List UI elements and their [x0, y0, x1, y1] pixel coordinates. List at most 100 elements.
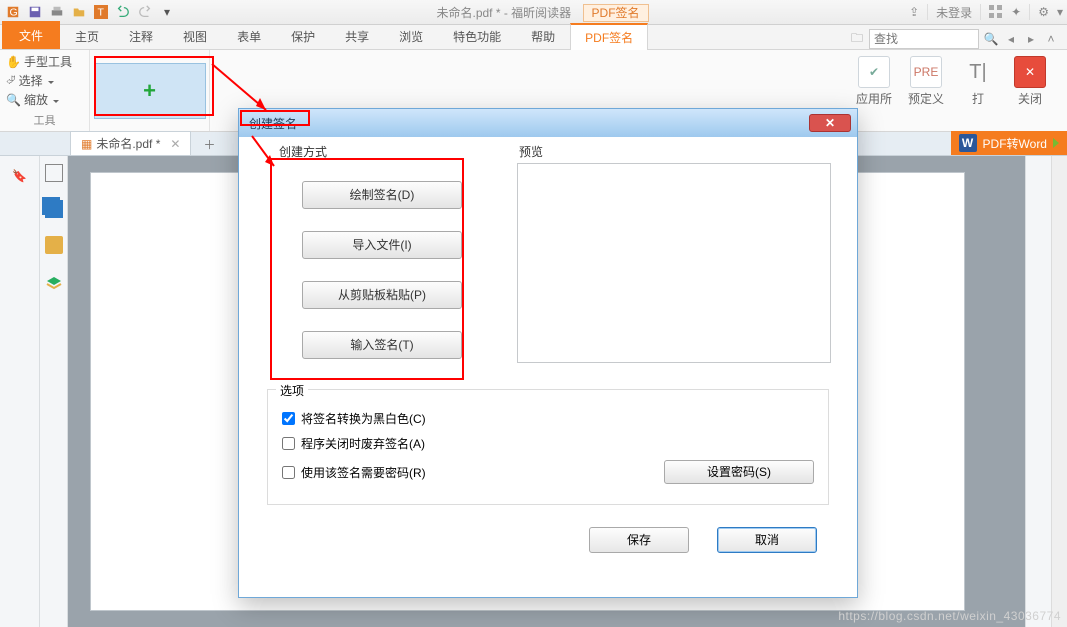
predefined-icon: PRE [910, 56, 942, 88]
chevron-right-icon[interactable]: ▸ [1023, 31, 1039, 47]
signature-preview-box [517, 163, 831, 363]
close-icon: ✕ [1014, 56, 1046, 88]
page-icon[interactable] [45, 164, 63, 182]
cursor-icon: ⮰ [6, 73, 16, 88]
option-password-row: 使用该签名需要密码(R) 设置密码(S) [282, 460, 814, 484]
chevron-down-icon[interactable]: ▾ [1057, 5, 1063, 19]
ribbon-search-area: 🗀 🔍 ◂ ▸ ˄ [849, 29, 1067, 49]
select-tool[interactable]: ⮰选择 [6, 71, 83, 90]
login-label[interactable]: 未登录 [936, 4, 972, 21]
dialog-close-button[interactable]: ✕ [809, 114, 851, 132]
hand-tool[interactable]: ✋手型工具 [6, 52, 83, 71]
type-signature-button[interactable]: 输入签名(T) [302, 331, 462, 359]
save-icon[interactable] [26, 3, 44, 21]
new-tab-button[interactable]: ＋ [197, 134, 221, 155]
print-icon[interactable] [48, 3, 66, 21]
svg-text:G: G [10, 7, 18, 19]
option-bw-label: 将签名转换为黑白色(C) [301, 410, 426, 427]
type-button[interactable]: T|打 [955, 56, 1001, 107]
apply-all-button[interactable]: ✔应用所 [851, 56, 897, 107]
option-discard-checkbox[interactable] [282, 437, 295, 450]
document-tab[interactable]: ▦ 未命名.pdf * ✕ [70, 131, 191, 155]
bookmark-icon[interactable]: 🔖 [10, 166, 30, 186]
create-signature-dialog: 创建签名 ✕ 创建方式 绘制签名(D) 导入文件(I) 从剪贴板粘贴(P) 输入… [238, 108, 858, 598]
options-section: 选项 将签名转换为黑白色(C) 程序关闭时废弃签名(A) 使用该签名需要密码(R… [267, 389, 829, 505]
tab-browse[interactable]: 浏览 [384, 23, 438, 49]
type-icon: T| [962, 56, 994, 88]
redo-icon[interactable] [136, 3, 154, 21]
window-title: 未命名.pdf * - 福昕阅读器 PDF签名 [176, 4, 909, 21]
options-legend: 选项 [276, 382, 308, 399]
pages-icon[interactable] [45, 200, 63, 218]
option-password-label: 使用该签名需要密码(R) [301, 464, 426, 481]
annotation-arrow-1 [208, 60, 274, 120]
option-bw-checkbox[interactable] [282, 412, 295, 425]
add-signature-group: + [90, 50, 210, 131]
tab-pdf-sign[interactable]: PDF签名 [570, 23, 648, 50]
ribbon-context-label: PDF签名 [583, 4, 649, 22]
vertical-scrollbar[interactable] [1051, 156, 1067, 627]
left-nav-strip: 🔖 [0, 156, 40, 627]
option-bw-row[interactable]: 将签名转换为黑白色(C) [282, 410, 814, 427]
collapse-ribbon-icon[interactable]: ˄ [1043, 31, 1059, 47]
star-icon[interactable]: ✦ [1011, 5, 1021, 19]
title-right-controls: ⇪ 未登录 ✦ ⚙ ▾ [909, 4, 1063, 21]
left-panel [40, 156, 68, 627]
search-icon[interactable]: 🔍 [983, 31, 999, 47]
create-method-section: 创建方式 绘制签名(D) 导入文件(I) 从剪贴板粘贴(P) 输入签名(T) [267, 151, 487, 373]
tab-home[interactable]: 主页 [60, 23, 114, 49]
save-button[interactable]: 保存 [589, 527, 689, 553]
zoom-tool[interactable]: 🔍缩放 [6, 90, 83, 109]
share-icon[interactable]: ⇪ [909, 5, 919, 19]
tab-help[interactable]: 帮助 [516, 23, 570, 49]
text-tool-icon[interactable]: T [92, 3, 110, 21]
right-gutter [1025, 156, 1051, 627]
tab-view[interactable]: 视图 [168, 23, 222, 49]
open-icon[interactable] [70, 3, 88, 21]
play-icon [1053, 138, 1059, 148]
layers-icon[interactable] [45, 272, 63, 290]
preview-section: 预览 [507, 151, 841, 373]
option-discard-label: 程序关闭时废弃签名(A) [301, 435, 425, 452]
annotation-arrow-2 [248, 132, 282, 172]
paste-clipboard-button[interactable]: 从剪贴板粘贴(P) [302, 281, 462, 309]
word-icon: W [959, 134, 977, 152]
tab-share[interactable]: 共享 [330, 23, 384, 49]
tools-group-label: 工具 [6, 112, 83, 129]
tab-protect[interactable]: 保护 [276, 23, 330, 49]
svg-text:T: T [98, 7, 105, 19]
option-discard-row[interactable]: 程序关闭时废弃签名(A) [282, 435, 814, 452]
quick-access-toolbar: G T ▾ [4, 3, 176, 21]
sign-actions-group: ✔应用所 PRE预定义 T|打 ✕关闭 [837, 50, 1067, 131]
hand-icon: ✋ [6, 55, 21, 69]
close-tab-icon[interactable]: ✕ [170, 137, 180, 151]
grid-icon[interactable] [989, 5, 1003, 19]
comments-icon[interactable] [45, 236, 63, 254]
qat-dropdown-icon[interactable]: ▾ [158, 3, 176, 21]
watermark-text: https://blog.csdn.net/weixin_43036774 [838, 609, 1061, 623]
set-password-button[interactable]: 设置密码(S) [664, 460, 814, 484]
tab-features[interactable]: 特色功能 [438, 23, 516, 49]
plus-icon: + [143, 78, 156, 104]
add-signature-button[interactable]: + [94, 63, 206, 119]
zoom-icon: 🔍 [6, 93, 21, 107]
ribbon-tab-row: 文件 主页 注释 视图 表单 保护 共享 浏览 特色功能 帮助 PDF签名 🗀 … [0, 25, 1067, 50]
option-password-checkbox[interactable] [282, 466, 295, 479]
dialog-titlebar[interactable]: 创建签名 ✕ [239, 109, 857, 137]
apply-icon: ✔ [858, 56, 890, 88]
chevron-left-icon[interactable]: ◂ [1003, 31, 1019, 47]
search-folder-icon[interactable]: 🗀 [849, 31, 865, 47]
tab-forms[interactable]: 表单 [222, 23, 276, 49]
undo-icon[interactable] [114, 3, 132, 21]
search-input[interactable] [869, 29, 979, 49]
close-sign-button[interactable]: ✕关闭 [1007, 56, 1053, 107]
predefined-button[interactable]: PRE预定义 [903, 56, 949, 107]
document-tab-label: 未命名.pdf * [96, 135, 160, 152]
draw-signature-button[interactable]: 绘制签名(D) [302, 181, 462, 209]
pdf-to-word-button[interactable]: W PDF转Word [951, 131, 1067, 155]
settings-icon[interactable]: ⚙ [1038, 5, 1049, 19]
tab-annotate[interactable]: 注释 [114, 23, 168, 49]
import-file-button[interactable]: 导入文件(I) [302, 231, 462, 259]
tab-file[interactable]: 文件 [2, 21, 60, 49]
cancel-button[interactable]: 取消 [717, 527, 817, 553]
